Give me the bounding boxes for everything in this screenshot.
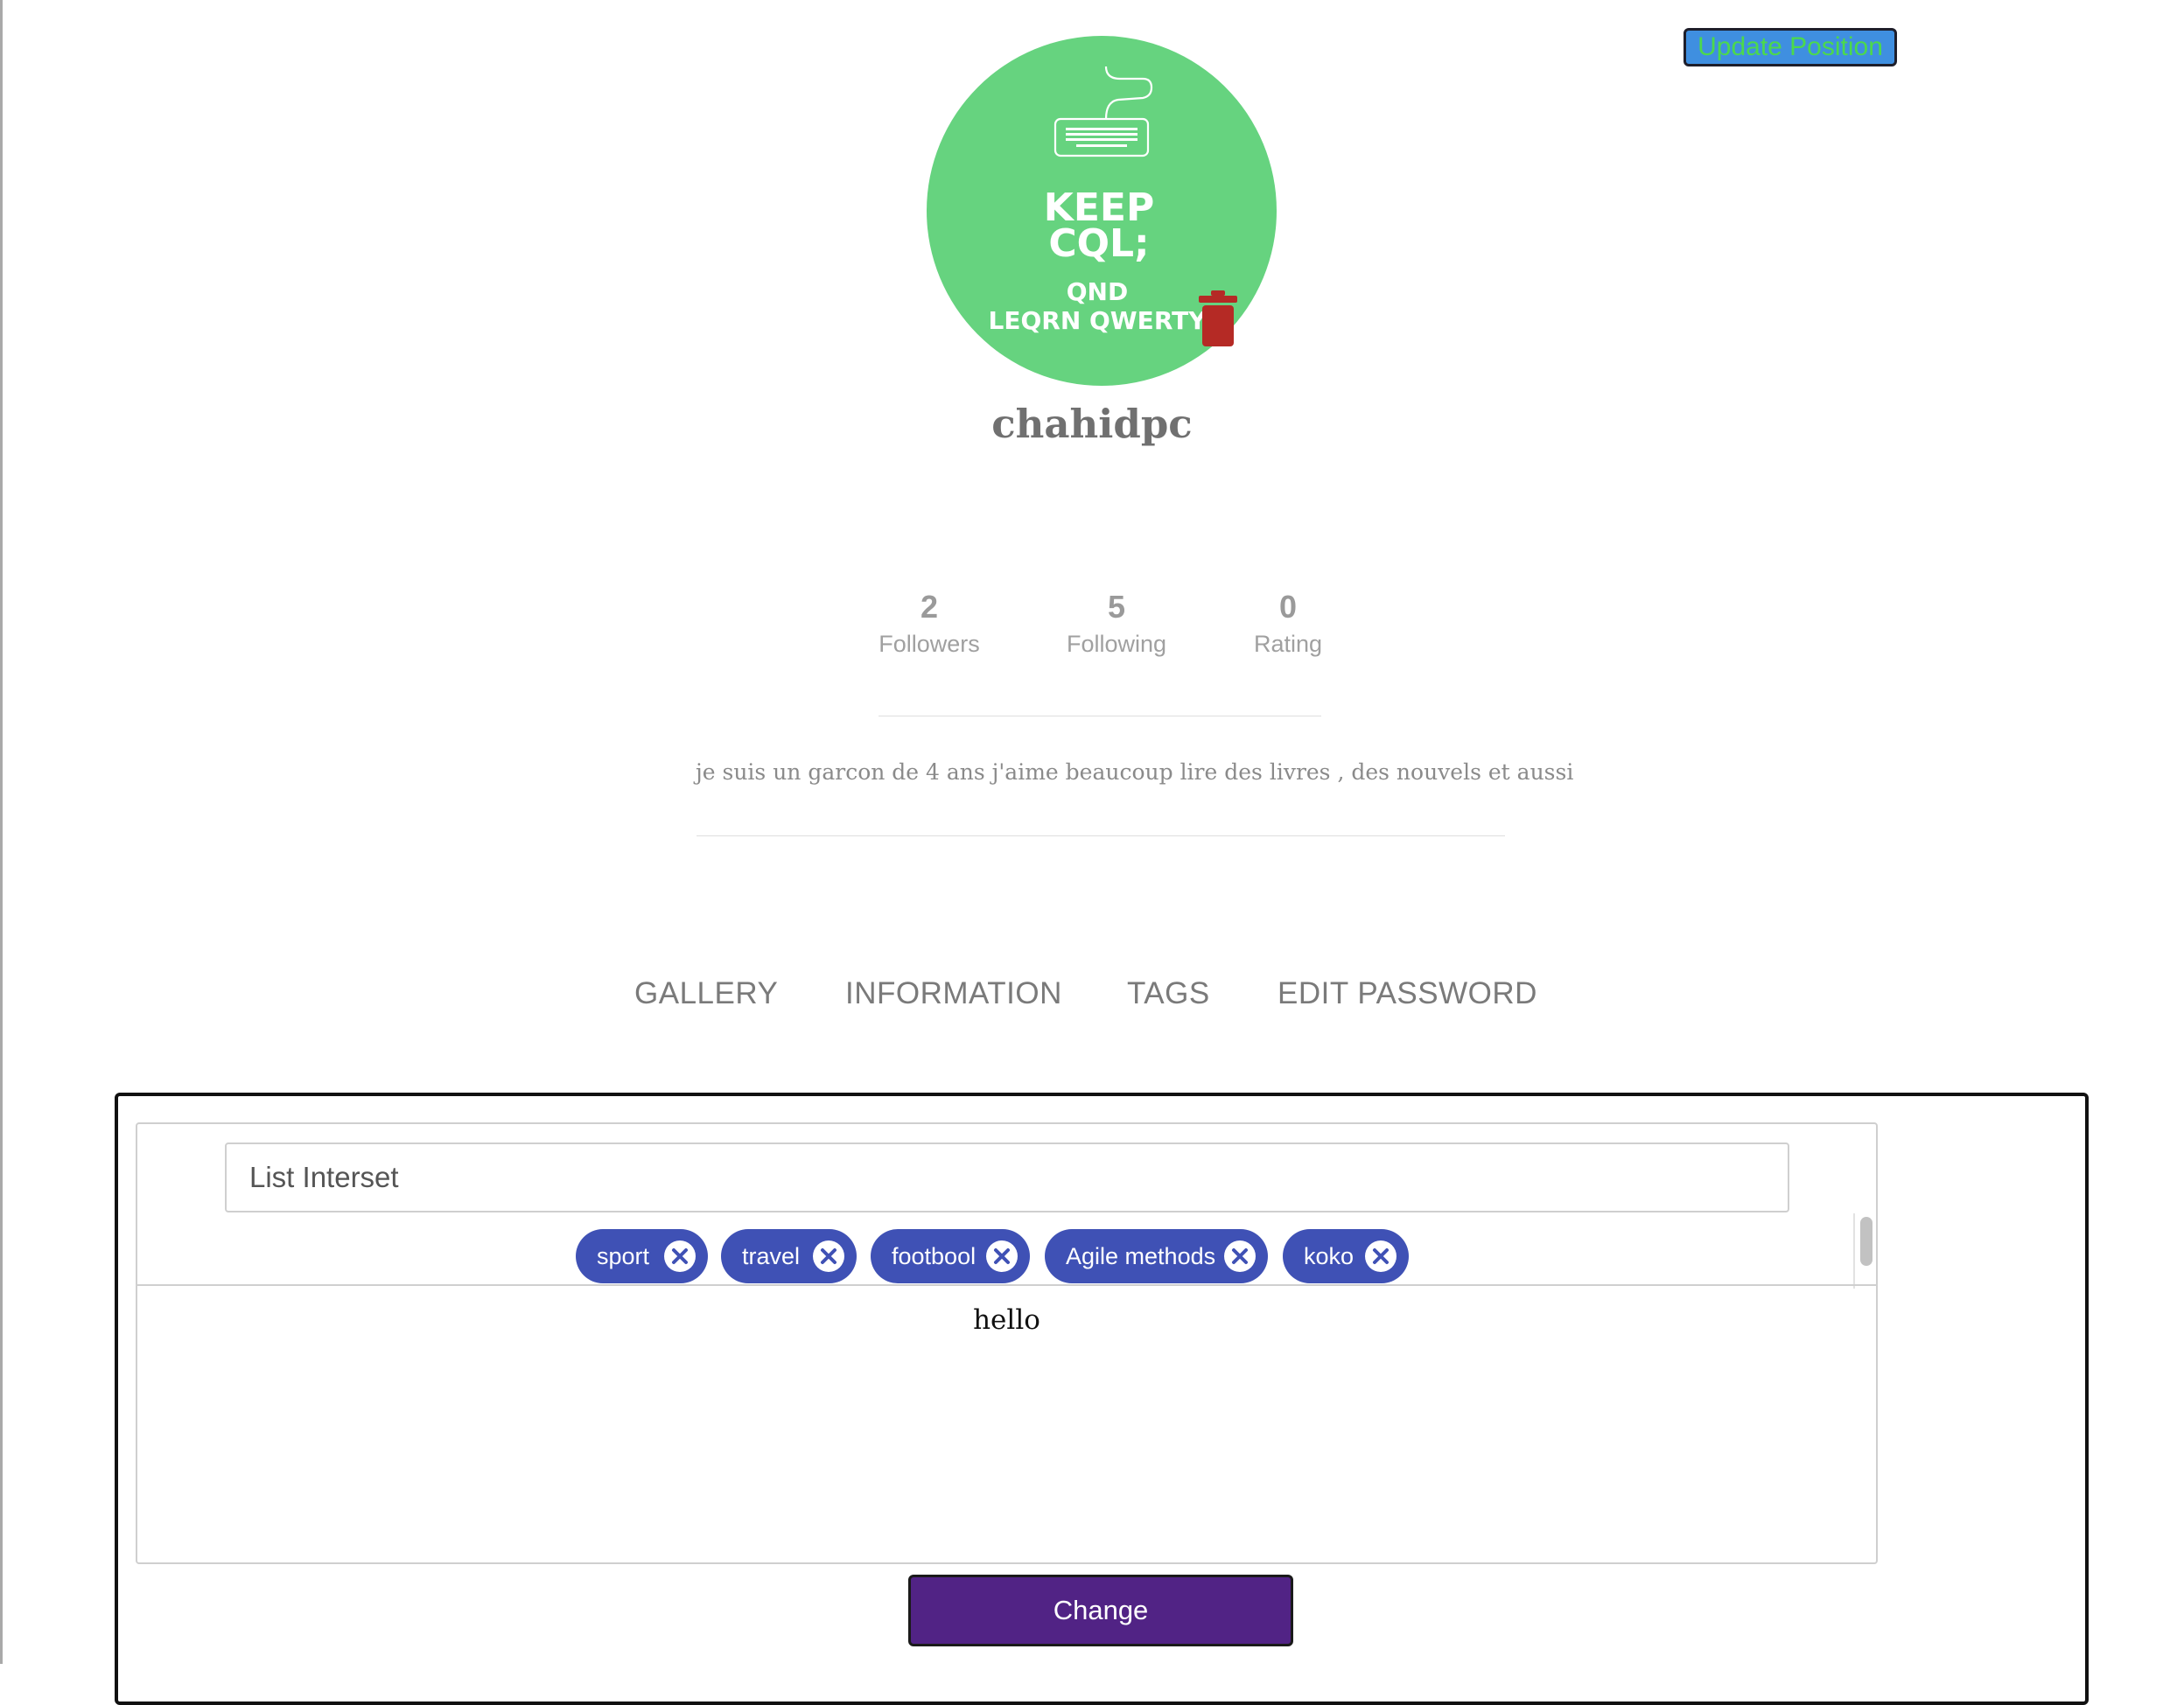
following-count: 5 [1107,589,1126,625]
remove-tag-icon[interactable] [986,1240,1018,1272]
remove-tag-icon[interactable] [813,1240,844,1272]
followers-label: Followers [878,631,980,657]
stat-followers[interactable]: 2 Followers [842,584,1017,658]
remove-tag-icon[interactable] [664,1240,696,1272]
tag-chip[interactable]: footbool [871,1229,1030,1283]
tag-chip-list: sport travel footbool Agile methods koko [137,1229,1852,1285]
avatar-text-line-4: LEQRN QWERTY [988,306,1207,335]
profile-bio: je suis un garcon de 4 ans j'aime beauco… [696,759,1574,785]
update-position-button[interactable]: Update Position [1684,28,1897,66]
tab-tags[interactable]: TAGS [1127,976,1210,1011]
rating-label: Rating [1253,631,1323,657]
remove-tag-icon[interactable] [1365,1240,1396,1272]
tag-chip-label: footbool [892,1243,976,1269]
remove-tag-icon[interactable] [1224,1240,1256,1272]
stat-rating: 0 Rating [1200,584,1376,658]
tab-edit-password[interactable]: EDIT PASSWORD [1278,976,1537,1011]
tags-editor: sport travel footbool Agile methods koko [136,1122,1878,1564]
change-button[interactable]: Change [908,1575,1293,1646]
scrollbar-thumb[interactable] [1860,1217,1872,1266]
avatar-text-line-3: QND [1067,277,1128,306]
delete-avatar-button[interactable] [1199,290,1237,346]
profile-stats: 2 Followers 5 Following 0 Rating [0,584,2184,663]
divider [137,1284,1876,1286]
tags-content-text: hello [973,1304,1040,1336]
tag-chip[interactable]: koko [1283,1229,1409,1283]
avatar-text-line-2: CQL; [1048,221,1149,266]
username: chahidpc [991,401,1193,447]
tag-input[interactable] [225,1142,1789,1212]
trash-icon [1199,290,1237,346]
chip-list-scrollbar[interactable] [1853,1213,1876,1289]
tab-information[interactable]: INFORMATION [845,976,1062,1011]
tag-chip[interactable]: travel [721,1229,857,1283]
window-left-border [0,0,3,1664]
followers-count: 2 [920,589,939,625]
rating-value: 0 [1278,589,1298,625]
tag-chip-label: koko [1304,1243,1354,1269]
tag-chip-label: travel [742,1243,801,1269]
stat-following[interactable]: 5 Following [1029,584,1204,658]
tag-chip[interactable]: Agile methods [1045,1229,1268,1283]
following-label: Following [1066,631,1167,657]
tag-chip-label: sport [597,1243,650,1269]
divider [696,835,1505,836]
tab-gallery[interactable]: GALLERY [634,976,778,1011]
tag-chip-label: Agile methods [1066,1243,1216,1269]
tag-chip[interactable]: sport [576,1229,708,1283]
